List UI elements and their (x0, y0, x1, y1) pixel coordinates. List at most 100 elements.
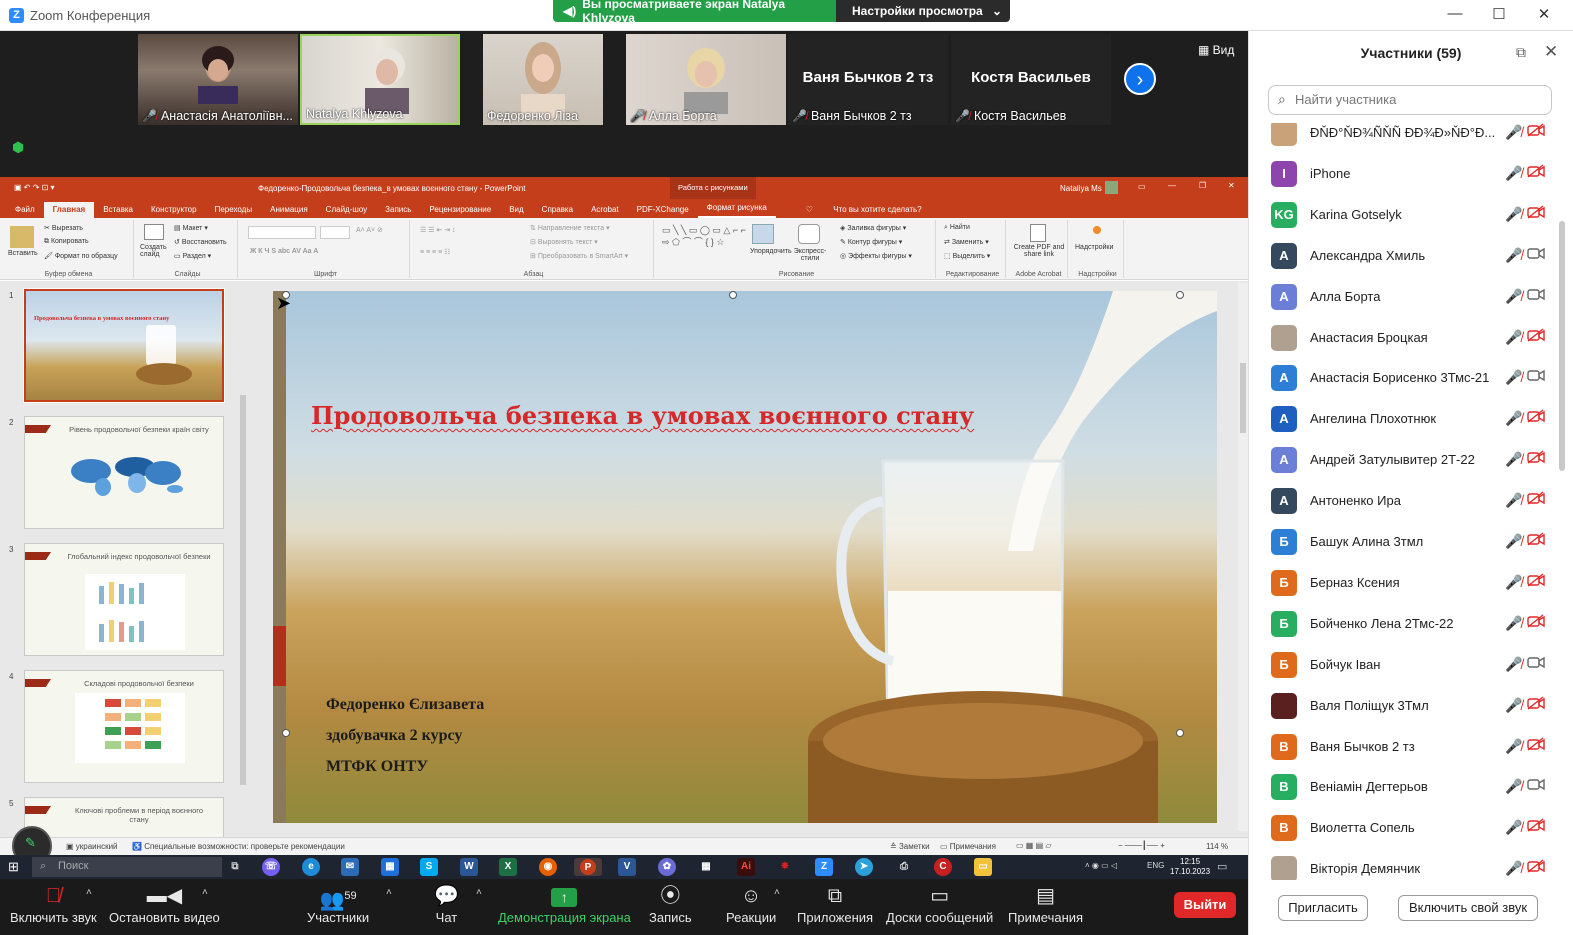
slide-course[interactable]: здобувачка 2 курсу (326, 727, 462, 745)
ribbon-tab[interactable]: Анимация (261, 202, 317, 218)
participant-row[interactable]: В Ваня Бычков 2 тз 🎤̸ (1249, 731, 1559, 772)
ribbon-tab[interactable]: Переходы (206, 202, 262, 218)
shape-fill-button[interactable]: ◈ Заливка фигуры ▾ (840, 224, 906, 232)
participant-row[interactable]: Б Бойченко Лена 2Тмс-22 🎤̸ (1249, 608, 1559, 649)
ribbon-tab[interactable]: Рецензирование (420, 202, 500, 218)
view-options-button[interactable]: Настройки просмотра ⌄ (836, 0, 1010, 22)
slide-title[interactable]: Продовольча безпека в умовах воєнного ст… (311, 401, 974, 430)
chat-options-chevron-icon[interactable]: ˄ (476, 887, 482, 898)
mail-icon[interactable]: ✉ (341, 858, 359, 876)
zoom-slider[interactable]: − ───┃── + (1118, 841, 1165, 850)
next-page-arrow-icon[interactable]: › (1124, 63, 1156, 95)
share-screen-button[interactable]: ↑ Демонстрация экрана (498, 883, 631, 925)
thumbnails-scrollbar[interactable] (238, 389, 248, 855)
ribbon-tab[interactable]: Запись (376, 202, 420, 218)
view-button[interactable]: ▦ Вид (1198, 43, 1234, 57)
list-icons[interactable]: ☰ ☰ ⇤ ⇥ ↕ (420, 226, 456, 234)
video-options-chevron-icon[interactable]: ˄ (202, 887, 208, 898)
whiteboards-button[interactable]: ▭ Доски сообщений (886, 883, 993, 925)
participants-button[interactable]: 👥59 Участники (307, 883, 369, 925)
create-pdf-button[interactable]: Create PDF and share link (1012, 244, 1066, 258)
minimize-button[interactable]: — (1440, 5, 1470, 25)
participants-options-chevron-icon[interactable]: ˄ (386, 887, 392, 898)
calendar-icon[interactable]: ▦ (381, 858, 399, 876)
main-slide[interactable]: Продовольча безпека в умовах воєнного ст… (273, 291, 1217, 823)
section-button[interactable]: ▭ Раздел ▾ (174, 252, 211, 260)
new-slide-button[interactable]: Создать слайд (140, 244, 174, 258)
ribbon-tab[interactable]: Вставка (94, 202, 142, 218)
font-name-field[interactable] (248, 226, 316, 239)
windows-start-icon[interactable]: ⊞ (8, 859, 19, 875)
pp-close-button[interactable]: ✕ (1228, 181, 1235, 190)
participant-row[interactable]: Валя Поліщук 3Тмл 🎤̸ (1249, 690, 1559, 731)
popout-icon[interactable]: ⧉ (1516, 44, 1526, 61)
firefox-icon[interactable]: ◉ (539, 858, 557, 876)
replace-button[interactable]: ⇄ Заменить ▾ (944, 238, 989, 246)
font-size-field[interactable] (320, 226, 350, 239)
slide-thumbnail[interactable]: Глобальний індекс продовольчої безпеки (24, 543, 224, 656)
leave-meeting-button[interactable]: Выйти (1174, 892, 1236, 918)
cut-button[interactable]: ✂ Вырезать (44, 224, 83, 232)
video-editor-icon[interactable]: ▦ (697, 858, 715, 876)
participant-row[interactable]: Анастасия Броцкая 🎤̸ (1249, 322, 1559, 363)
ribbon-tab[interactable]: Главная (43, 202, 95, 218)
participant-row[interactable]: IiPhone 🎤̸ (1249, 158, 1559, 199)
ribbon-tab[interactable]: Справка (533, 202, 582, 218)
video-tile[interactable]: Ваня Бычков 2 тз 🎤̸ Ваня Бычков 2 тз (788, 34, 948, 125)
app-icon[interactable]: C (934, 858, 952, 876)
slide-thumbnail[interactable]: Продовольча безпека в умовах воєнного ст… (23, 288, 225, 403)
unmute-button[interactable]: 🎙̸ Включить звук (10, 883, 97, 925)
slide-author[interactable]: Федоренко Єлизавета (326, 696, 484, 714)
reactions-button[interactable]: ☺ Реакции (726, 883, 776, 925)
ribbon-tab[interactable]: Файл (6, 202, 44, 218)
shape-outline-button[interactable]: ✎ Контур фигуры ▾ (840, 238, 902, 246)
visio-icon[interactable]: V (618, 858, 636, 876)
resize-handle[interactable] (1176, 291, 1184, 299)
video-tile[interactable]: Федоренко Ліза (483, 34, 603, 125)
zoom-level[interactable]: 114 % (1206, 842, 1228, 851)
ribbon-tab[interactable]: PDF-XChange (628, 202, 698, 218)
pp-minimize-button[interactable]: — (1168, 181, 1176, 190)
ribbon-tab[interactable]: Acrobat (582, 202, 628, 218)
participant-row[interactable]: Вікторія Демянчик 🎤̸ (1249, 853, 1559, 880)
select-button[interactable]: ⬚ Выделить ▾ (944, 252, 990, 260)
video-tile[interactable]: Костя Васильев 🎤̸ Костя Васильев (951, 34, 1111, 125)
format-painter-button[interactable]: 🖌 Формат по образцу (44, 252, 118, 260)
editor-scroll-thumb[interactable] (1240, 363, 1246, 433)
participant-row[interactable]: В Виолетта Сопель 🎤̸ (1249, 812, 1559, 853)
illustrator-icon[interactable]: Ai (737, 858, 755, 876)
scroll-thumb[interactable] (240, 395, 246, 785)
participant-row[interactable]: А Антоненко Ира 🎤̸ (1249, 485, 1559, 526)
participant-row[interactable]: А Анастасія Борисенко 3Тмс-21 🎤̸ (1249, 362, 1559, 403)
skype-icon[interactable]: S (420, 858, 438, 876)
apps-button[interactable]: ⧉ Приложения (797, 883, 873, 925)
video-tile[interactable]: 🎤̸ Алла Борта (626, 34, 786, 125)
viber-icon[interactable]: ☏ (262, 858, 280, 876)
layout-button[interactable]: ▤ Макет ▾ (174, 224, 208, 232)
slide-organization[interactable]: МТФК ОНТУ (326, 758, 428, 776)
chat-button[interactable]: 💬 Чат (434, 883, 459, 925)
maximize-button[interactable]: ☐ (1484, 5, 1514, 25)
participant-row[interactable]: Б Башук Алина 3тмл 🎤̸ (1249, 526, 1559, 567)
status-accessibility[interactable]: ♿ Специальные возможности: проверьте рек… (132, 842, 345, 851)
participant-row[interactable]: А Андрей Затулывитер 2Т-22 🎤̸ (1249, 444, 1559, 485)
participant-row[interactable]: ĐŇĐ°ŇĐ¾ÑŇÑ ĐĐ¾Đ»ŇĐ°Đ... 🎤̸ (1249, 123, 1559, 158)
participant-row[interactable]: Б Бойчук Іван 🎤̸ (1249, 649, 1559, 690)
scanner-icon[interactable]: ⎙ (895, 858, 913, 876)
app-icon[interactable]: ✸ (776, 858, 794, 876)
editor-scrollbar[interactable] (1238, 283, 1248, 831)
notes-button[interactable]: ≙ Заметки (890, 842, 930, 851)
save-icon[interactable]: ▣ ↶ ↷ ⊡ ▾ (14, 183, 55, 192)
powerpoint-icon[interactable]: P (574, 858, 602, 876)
resize-handle[interactable] (1176, 729, 1184, 737)
video-tile[interactable]: 🎤̸ Анастасія Анатоліївн... (138, 34, 298, 125)
text-direction-button[interactable]: ⇅ Направление текста ▾ (530, 224, 610, 232)
view-mode-icons[interactable]: ▭ ▦ ▤ ▱ (1016, 841, 1052, 850)
shapes-gallery[interactable]: ▭ ╲ ╲ ▭ ◯ ▭ △ ⌐ ⌐ ⇨ ⬠ ⌒ ⌒ { } ☆ (662, 224, 746, 262)
participant-row[interactable]: А Ангелина Плохотнюк 🎤̸ (1249, 403, 1559, 444)
pp-restore-button[interactable]: ❐ (1199, 181, 1206, 190)
ribbon-display-icon[interactable]: ▭ (1138, 182, 1146, 191)
tray-icons[interactable]: ˄ ◉ ▭ ◁ (1085, 861, 1117, 870)
shape-effects-button[interactable]: ◎ Эффекты фигуры ▾ (840, 252, 912, 260)
arrange-button[interactable]: Упорядочить (750, 248, 792, 255)
